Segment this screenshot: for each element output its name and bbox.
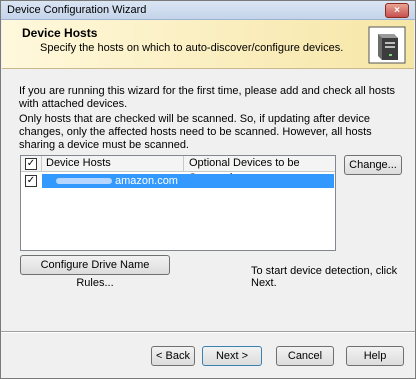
header-checkbox-cell: ✓ bbox=[21, 156, 42, 171]
detect-hint-text: To start device detection, click Next. bbox=[251, 265, 398, 289]
next-button[interactable]: Next > bbox=[202, 346, 262, 366]
help-button[interactable]: Help bbox=[346, 346, 404, 366]
grid-header: ✓ Device Hosts Optional Devices to be Sc… bbox=[21, 156, 335, 184]
change-button[interactable]: Change... bbox=[344, 155, 402, 175]
close-button[interactable]: × bbox=[385, 3, 409, 18]
host-domain: amazon.com bbox=[115, 175, 178, 187]
back-button[interactable]: < Back bbox=[151, 346, 195, 366]
footer-divider bbox=[1, 331, 415, 333]
intro-text: If you are running this wizard for the f… bbox=[19, 85, 396, 110]
redacted-hostname bbox=[56, 178, 112, 185]
table-row[interactable]: amazon.com bbox=[42, 174, 334, 188]
column-header-optional-devices[interactable]: Optional Devices to be Scanned bbox=[185, 156, 335, 184]
computer-tower-icon bbox=[368, 26, 406, 64]
page-title: Device Hosts bbox=[22, 26, 98, 40]
wizard-header: Device Hosts Specify the hosts on which … bbox=[2, 20, 414, 69]
window-title: Device Configuration Wizard bbox=[7, 4, 147, 16]
configure-drive-name-rules-button[interactable]: Configure Drive Name Rules... bbox=[20, 255, 170, 289]
title-bar[interactable]: Device Configuration Wizard × bbox=[1, 1, 415, 20]
cancel-button[interactable]: Cancel bbox=[276, 346, 334, 366]
close-icon: × bbox=[394, 5, 400, 16]
row-checkbox[interactable]: ✓ bbox=[25, 175, 37, 187]
device-hosts-grid[interactable]: ✓ Device Hosts Optional Devices to be Sc… bbox=[20, 155, 336, 251]
wizard-window: Device Configuration Wizard × Device Hos… bbox=[0, 0, 416, 379]
select-all-checkbox[interactable]: ✓ bbox=[25, 158, 37, 170]
column-header-device-hosts[interactable]: Device Hosts bbox=[42, 156, 184, 171]
page-subtitle: Specify the hosts on which to auto-disco… bbox=[40, 42, 344, 54]
scan-note-text: Only hosts that are checked will be scan… bbox=[19, 113, 372, 151]
